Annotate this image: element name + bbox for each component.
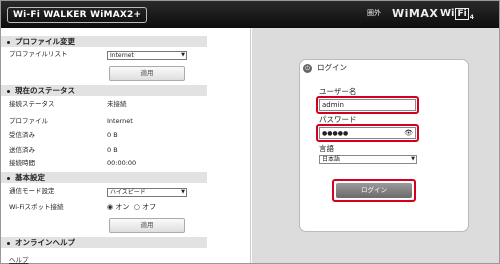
radio-on-label[interactable]: オン xyxy=(115,203,129,211)
status-label-connection-time: 接続時間 xyxy=(9,159,35,167)
status-value-connection-time: 00:00:00 xyxy=(107,159,137,167)
right-panel xyxy=(252,28,499,263)
help-link[interactable]: ヘルプ xyxy=(9,254,29,264)
login-button[interactable]: ログイン xyxy=(336,183,412,198)
chevron-down-icon: ▼ xyxy=(181,52,185,58)
wifi-status-icon: Wi Fi 4 xyxy=(440,0,474,27)
brand-logo: Wi-Fi WALKER WiMAX2+ xyxy=(7,7,148,23)
section-current-status: 現在のステータス xyxy=(1,85,207,96)
username-input[interactable]: admin xyxy=(319,99,416,111)
chevron-down-icon: ▼ xyxy=(411,156,415,162)
wimax-logo: WiMAX xyxy=(392,7,439,20)
status-label-sent: 送信済み xyxy=(9,146,35,154)
login-circle-icon: ⏻ xyxy=(303,64,312,73)
wifi-box-text: Fi xyxy=(455,8,469,20)
bullet-icon xyxy=(7,89,10,93)
eye-icon[interactable]: 👁 xyxy=(404,128,413,138)
comm-mode-select-value: ハイスピード xyxy=(110,189,146,196)
profile-select[interactable]: Internet ▼ xyxy=(107,51,187,60)
section-online-help: オンラインヘルプ xyxy=(1,237,207,248)
password-input[interactable]: ●●●●● 👁 xyxy=(319,127,416,139)
comm-mode-select[interactable]: ハイスピード ▼ xyxy=(107,188,187,197)
status-value-connection: 未接続 xyxy=(107,100,127,108)
radio-on-icon[interactable]: ◉ xyxy=(107,203,113,211)
wifi-count: 4 xyxy=(469,14,474,21)
chevron-down-icon: ▼ xyxy=(181,189,185,195)
wifi-spot-label: Wi-Fiスポット接続 xyxy=(9,203,64,211)
section-title: 基本設定 xyxy=(15,173,45,182)
section-basic-settings: 基本設定 xyxy=(1,172,207,183)
section-profile-change: プロファイル変更 xyxy=(1,36,207,47)
profile-apply-button[interactable]: 適用 xyxy=(109,66,185,81)
language-select-value: 日本語 xyxy=(322,156,341,163)
status-value-received: 0 B xyxy=(107,131,118,139)
language-label: 言語 xyxy=(319,144,334,153)
section-title: プロファイル変更 xyxy=(15,37,75,46)
wifi-spot-radio-group: ◉ オン ○ オフ xyxy=(107,203,156,212)
login-title: ログイン xyxy=(317,63,347,72)
login-heading: ⏻ ログイン xyxy=(299,63,347,73)
left-panel: プロファイル変更 プロファイルリスト Internet ▼ 適用 現在のステータス… xyxy=(1,28,251,264)
section-title: オンラインヘルプ xyxy=(15,238,75,247)
comm-mode-label: 通信モード設定 xyxy=(9,187,55,195)
password-value: ●●●●● xyxy=(322,130,349,137)
bullet-icon xyxy=(7,241,10,245)
radio-off-icon[interactable]: ○ xyxy=(134,203,140,211)
profile-list-label: プロファイルリスト xyxy=(9,50,68,58)
bullet-icon xyxy=(7,40,10,44)
basic-apply-button[interactable]: 適用 xyxy=(109,218,185,233)
status-value-sent: 0 B xyxy=(107,146,118,154)
radio-off-label[interactable]: オフ xyxy=(142,203,156,211)
status-label-profile: プロファイル xyxy=(9,117,48,125)
status-label-received: 受信済み xyxy=(9,131,35,139)
section-title: 現在のステータス xyxy=(15,86,75,95)
profile-select-value: Internet xyxy=(110,52,134,59)
signal-status-text: 圏外 xyxy=(367,9,381,17)
bullet-icon xyxy=(7,176,10,180)
wifi-text: Wi xyxy=(440,8,455,19)
status-label-connection: 接続ステータス xyxy=(9,100,55,108)
language-select[interactable]: 日本語 ▼ xyxy=(319,155,417,164)
status-value-profile: Internet xyxy=(107,117,133,125)
